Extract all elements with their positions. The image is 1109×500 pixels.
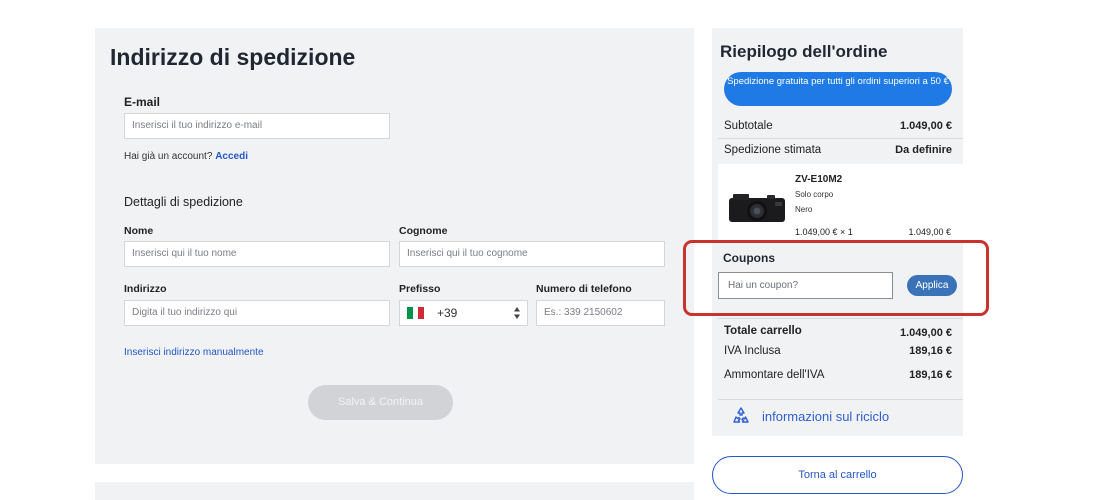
recycling-info-link[interactable]: informazioni sul riciclo (762, 409, 889, 424)
first-name-label: Nome (124, 225, 154, 237)
phone-label: Numero di telefono (536, 283, 632, 295)
vat-included-label: IVA Inclusa (724, 345, 781, 357)
order-summary-title: Riepilogo dell'ordine (720, 42, 888, 61)
shipping-details-title: Dettagli di spedizione (124, 195, 243, 209)
product-name: ZV-E10M2 (795, 174, 843, 185)
vat-amount-label: Ammontare dell'IVA (724, 369, 825, 381)
first-name-field[interactable]: Inserisci qui il tuo nome (124, 241, 390, 267)
divider (718, 318, 963, 319)
login-link[interactable]: Accedi (215, 151, 248, 162)
manual-address-link[interactable]: Inserisci indirizzo manualmente (124, 347, 264, 358)
vat-amount-value: 189,16 € (909, 369, 952, 381)
page-title: Indirizzo di spedizione (110, 44, 356, 70)
account-prompt: Hai già un account? Accedi (124, 151, 248, 162)
cart-total-value: 1.049,00 € (900, 327, 952, 339)
account-prompt-text: Hai già un account? (124, 151, 213, 162)
back-to-cart-button[interactable]: Torna al carrello (712, 456, 963, 494)
address-label: Indirizzo (124, 283, 167, 295)
divider (718, 138, 963, 139)
next-section-panel (95, 482, 694, 500)
prefix-label: Prefisso (399, 283, 441, 295)
coupon-highlight (683, 240, 989, 316)
select-arrows-icon (514, 307, 520, 319)
product-unit-price: 1.049,00 € × 1 (795, 227, 853, 237)
save-continue-button[interactable]: Salva & Continua (308, 385, 453, 420)
vat-included-value: 189,16 € (909, 345, 952, 357)
last-name-field[interactable]: Inserisci qui il tuo cognome (399, 241, 665, 267)
subtotal-value: 1.049,00 € (900, 120, 952, 132)
shipping-estimate-label: Spedizione stimata (724, 144, 822, 156)
last-name-label: Cognome (399, 225, 448, 237)
italy-flag-icon (407, 307, 425, 319)
cart-total-label: Totale carrello (724, 325, 802, 337)
product-variant: Solo corpo (795, 190, 834, 199)
email-field[interactable]: Inserisci il tuo indirizzo e-mail (124, 113, 390, 139)
recycle-icon[interactable] (731, 406, 751, 426)
email-label: E-mail (124, 95, 161, 109)
shipping-estimate-value: Da definire (895, 144, 952, 156)
phone-field[interactable]: Es.: 339 2150602 (536, 300, 665, 326)
product-line-total: 1.049,00 € (908, 227, 951, 237)
prefix-value: +39 (437, 306, 458, 320)
product-color: Nero (795, 205, 813, 214)
free-shipping-badge: Spedizione gratuita per tutti gli ordini… (724, 72, 952, 106)
address-field[interactable]: Digita il tuo indirizzo qui (124, 300, 390, 326)
camera-icon (729, 194, 785, 222)
divider (718, 399, 963, 400)
subtotal-label: Subtotale (724, 120, 773, 132)
